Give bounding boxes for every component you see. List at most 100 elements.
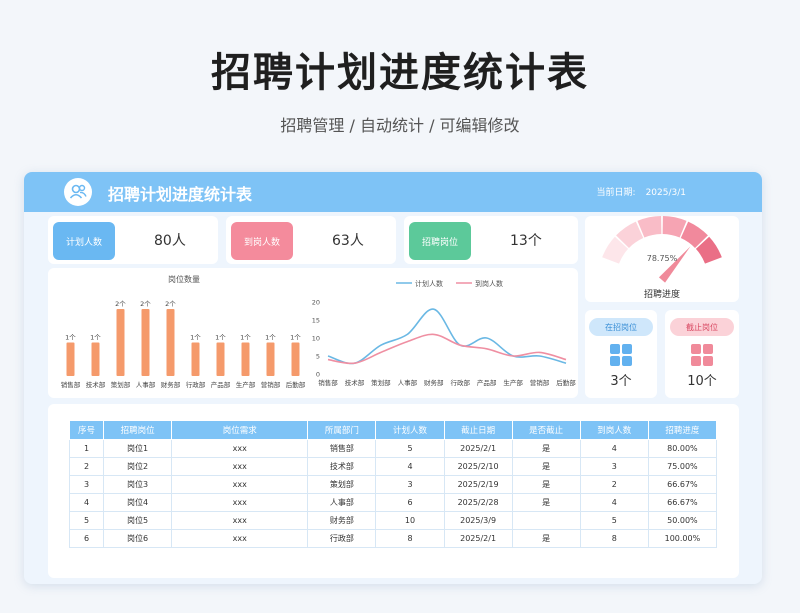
table-cell: 是 bbox=[511, 493, 581, 512]
x-tick-label: 技术部 bbox=[86, 380, 106, 389]
x-tick-label: 财务部 bbox=[161, 380, 181, 389]
table-cell: xxx bbox=[171, 511, 309, 530]
stat-card-planned: 计划人数 80人 bbox=[48, 216, 218, 264]
stat-tag-positions: 招聘岗位 bbox=[409, 222, 471, 260]
y-tick-label: 5 bbox=[316, 353, 320, 361]
column-header: 所属部门 bbox=[307, 420, 377, 440]
table-cell: 2025/2/1 bbox=[443, 439, 513, 458]
x-tick-label: 产品部 bbox=[211, 380, 231, 389]
table-cell: xxx bbox=[171, 457, 309, 476]
table-cell: xxx bbox=[171, 439, 309, 458]
user-group-icon bbox=[64, 178, 92, 206]
x-tick-label: 人事部 bbox=[398, 378, 418, 387]
x-tick-label: 策划部 bbox=[371, 378, 391, 387]
table-cell: 6 bbox=[68, 529, 105, 548]
stat-tag-arrived: 到岗人数 bbox=[231, 222, 293, 260]
table-cell: 销售部 bbox=[307, 439, 377, 458]
bar bbox=[266, 342, 275, 376]
x-tick-label: 后勤部 bbox=[286, 380, 306, 389]
column-header: 是否截止 bbox=[511, 420, 581, 440]
gauge-label: 招聘进度 bbox=[643, 290, 680, 300]
legend-label: 计划人数 bbox=[415, 279, 443, 288]
column-header: 招聘进度 bbox=[647, 420, 718, 440]
column-header: 计划人数 bbox=[375, 420, 445, 440]
table-cell: 66.67% bbox=[647, 493, 718, 512]
table-cell: 4 bbox=[579, 493, 649, 512]
table-cell: 是 bbox=[511, 475, 581, 494]
table-cell: 岗位6 bbox=[103, 529, 173, 548]
table-cell: 4 bbox=[579, 439, 649, 458]
table-row: 3 岗位3 xxx 策划部 3 2025/2/19 是 2 66.67% bbox=[68, 475, 718, 494]
table-cell: xxx bbox=[171, 475, 309, 494]
line-chart: 计划人数 到岗人数 0 5 10 15 20 销售部 技术部 策划部 人事部 财务部 行政部 产品部 生产部… bbox=[312, 279, 577, 387]
table-cell: 100.00% bbox=[647, 529, 718, 548]
table-cell: 50.00% bbox=[647, 511, 718, 530]
table-cell: 5 bbox=[68, 511, 105, 530]
stat-value-positions: 13个 bbox=[510, 233, 542, 249]
column-header: 序号 bbox=[68, 420, 105, 440]
charts-panel: 岗位数量 1个 销售部 1个 技术部 2个 策划部 2个 人事部 2个 财务部 1个 行政部 1个 产品部 1… bbox=[48, 268, 578, 398]
bar-value-label: 1个 bbox=[265, 334, 276, 342]
table-cell: 策划部 bbox=[307, 475, 377, 494]
bar-chart: 岗位数量 1个销售部 1个技术部 2个策划部 2个人事部 2个财务部 1个行政部 1个产品部 1… bbox=[61, 274, 306, 389]
bar bbox=[191, 342, 200, 376]
y-tick-label: 10 bbox=[312, 335, 320, 343]
dashboard-card: 招聘计划进度统计表 当前日期: 2025/3/1 计划人数 80人 到岗人数 63… bbox=[24, 172, 762, 584]
stat-value-planned: 80人 bbox=[154, 233, 186, 249]
mini-card-closed: 截止岗位 10个 bbox=[665, 310, 739, 398]
x-tick-label: 策划部 bbox=[111, 380, 131, 389]
x-tick-label: 营销部 bbox=[261, 380, 281, 389]
table-cell: 2025/2/19 bbox=[443, 475, 513, 494]
table-cell: 2025/2/28 bbox=[443, 493, 513, 512]
mini-value-open: 3个 bbox=[610, 374, 632, 389]
table-cell: 岗位3 bbox=[103, 475, 173, 494]
series-line bbox=[327, 308, 567, 365]
table-cell: 岗位4 bbox=[103, 493, 173, 512]
card-title: 招聘计划进度统计表 bbox=[108, 185, 253, 204]
table-cell: 1 bbox=[68, 439, 105, 458]
mini-tag-open: 在招岗位 bbox=[589, 318, 653, 336]
table-cell: 是 bbox=[511, 457, 581, 476]
table-cell: 3 bbox=[579, 457, 649, 476]
bar bbox=[241, 342, 250, 376]
table-cell: 8 bbox=[579, 529, 649, 548]
bar-value-label: 1个 bbox=[90, 334, 101, 342]
y-tick-label: 20 bbox=[312, 299, 320, 307]
gauge-percent: 78.75% bbox=[646, 254, 678, 263]
table-cell: 10 bbox=[375, 511, 445, 530]
x-tick-label: 行政部 bbox=[450, 378, 470, 387]
table-cell: 3 bbox=[68, 475, 105, 494]
table-cell: xxx bbox=[171, 493, 309, 512]
x-tick-label: 财务部 bbox=[424, 378, 444, 387]
table-cell: 2025/2/10 bbox=[443, 457, 513, 476]
table-row: 6 岗位6 xxx 行政部 8 2025/2/1 是 8 100.00% bbox=[68, 529, 718, 548]
table-cell: 人事部 bbox=[307, 493, 377, 512]
y-tick-label: 15 bbox=[312, 317, 320, 325]
table-cell: 2025/3/9 bbox=[443, 511, 513, 530]
bar-value-label: 1个 bbox=[190, 334, 201, 342]
recruitment-table: 序号 招聘岗位 岗位需求 所属部门 计划人数 截止日期 是否截止 到岗人数 招聘进度 1 岗位1 x… bbox=[68, 420, 718, 548]
table-cell: 4 bbox=[68, 493, 105, 512]
table-row: 4 岗位4 xxx 人事部 6 2025/2/28 是 4 66.67% bbox=[68, 493, 718, 512]
bar bbox=[91, 342, 100, 376]
page-title: 招聘计划进度统计表 bbox=[211, 50, 589, 96]
x-tick-label: 销售部 bbox=[318, 378, 338, 387]
bar-chart-title: 岗位数量 bbox=[168, 274, 200, 284]
bar-value-label: 1个 bbox=[215, 334, 226, 342]
table-cell: 5 bbox=[375, 439, 445, 458]
bar bbox=[116, 309, 125, 376]
table-cell: 5 bbox=[579, 511, 649, 530]
table-cell: 行政部 bbox=[307, 529, 377, 548]
stat-card-arrived: 到岗人数 63人 bbox=[226, 216, 396, 264]
mini-tag-closed: 截止岗位 bbox=[670, 318, 734, 336]
bar bbox=[66, 342, 75, 376]
column-header: 到岗人数 bbox=[579, 420, 649, 440]
table-cell: 2 bbox=[579, 475, 649, 494]
table-cell: 66.67% bbox=[647, 475, 718, 494]
grid-icon bbox=[610, 344, 632, 366]
progress-gauge-panel: 78.75% 招聘进度 bbox=[585, 216, 739, 302]
table-row: 1 岗位1 xxx 销售部 5 2025/2/1 是 4 80.00% bbox=[68, 439, 718, 458]
stat-value-arrived: 63人 bbox=[332, 233, 364, 249]
table-cell: 岗位5 bbox=[103, 511, 173, 530]
x-tick-label: 后勤部 bbox=[556, 378, 576, 387]
